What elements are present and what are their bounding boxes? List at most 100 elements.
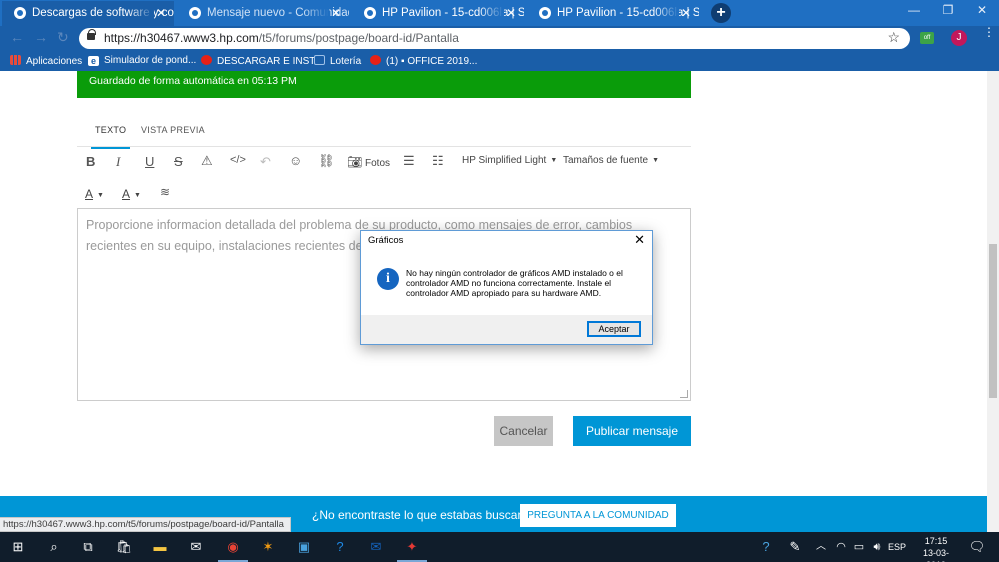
browser-tab[interactable]: Descargas de software y controla ✕ (2, 1, 174, 26)
bookmark-label: (1) ▪ OFFICE 2019... (386, 56, 478, 67)
clear-formatting-icon[interactable]: ≋ (160, 185, 170, 199)
hp-favicon-icon (14, 7, 26, 19)
clock[interactable]: 17:15 13-03-2019 (914, 535, 958, 562)
browser-tabstrip: Descargas de software y controla ✕ Mensa… (0, 0, 999, 26)
tab-texto[interactable]: TEXTO (90, 125, 131, 149)
bookmark-item[interactable]: (1) ▪ OFFICE 2019... (370, 55, 477, 67)
reload-icon[interactable]: ↻ (57, 29, 69, 46)
close-tab-icon[interactable]: ✕ (156, 1, 166, 25)
show-hidden-icons-icon[interactable]: ︿ (812, 538, 830, 556)
link-icon[interactable]: ⛓ (318, 153, 335, 169)
italic-button[interactable]: I (116, 154, 120, 170)
help-tray-icon[interactable]: ? (757, 538, 775, 556)
task-view-icon[interactable]: ⧉ (79, 538, 97, 556)
monitor-app-icon[interactable]: ▣ (295, 538, 313, 556)
code-icon[interactable]: </> (230, 154, 246, 166)
text-color-icon: A (85, 187, 94, 201)
notifications-icon[interactable]: 🗨︎ (968, 538, 986, 556)
tab-vista-previa[interactable]: VISTA PREVIA (141, 125, 205, 135)
numbered-list-icon[interactable]: ☰ (403, 153, 415, 169)
url-host: https://h30467.www3.hp.com (104, 31, 259, 45)
youtube-icon (201, 55, 212, 65)
bullet-list-icon[interactable]: ☷ (432, 153, 444, 169)
camera-icon: 📷︎ (347, 155, 363, 169)
browser-tab[interactable]: Mensaje nuevo - Comunidad de ✕ (177, 1, 349, 26)
wifi-icon[interactable]: ◠ (832, 538, 850, 556)
page-scrollbar[interactable] (987, 71, 999, 532)
ask-community-button[interactable]: PREGUNTA A LA COMUNIDAD (520, 504, 676, 527)
font-size-dropdown[interactable]: Tamaños de fuente ▼ (563, 155, 659, 166)
cancel-button[interactable]: Cancelar (494, 416, 553, 446)
tab-fade (653, 1, 679, 25)
bookmark-item[interactable]: Lotería (314, 55, 361, 67)
pen-tray-icon[interactable]: ✎ (786, 538, 804, 556)
browser-tab[interactable]: HP Pavilion - 15-cd006la | Soport ✕ (352, 1, 524, 26)
extension-icon[interactable]: off (920, 32, 934, 44)
back-icon[interactable]: ← (10, 29, 24, 45)
resize-handle[interactable] (680, 390, 688, 398)
help-icon[interactable]: ? (331, 538, 349, 556)
language-indicator[interactable]: ESP (888, 542, 906, 552)
scrollbar-thumb[interactable] (989, 244, 997, 398)
warning-icon[interactable]: ⚠ (201, 153, 213, 169)
search-icon[interactable]: ⌕ (45, 538, 63, 556)
browser-tab[interactable]: HP Pavilion - 15-cd006la | Soport ✕ (527, 1, 699, 26)
dialog-body: Gráficos ✕ i No hay ningún controlador d… (361, 231, 652, 315)
new-tab-button[interactable]: + (711, 3, 731, 23)
maximize-button[interactable]: ❐ (931, 0, 965, 22)
photos-label: Fotos (365, 158, 391, 169)
volume-icon[interactable]: 🔊︎ (868, 538, 886, 556)
highlight-color-dropdown[interactable]: A ▼ (122, 187, 141, 201)
bookmark-item[interactable]: DESCARGAR E INST... (201, 55, 323, 67)
file-explorer-icon[interactable]: ▬ (151, 538, 169, 556)
bookmark-item[interactable]: e Simulador de pond... (88, 55, 196, 66)
hp-favicon-icon (539, 7, 551, 19)
browser-toolbar: ← → ↻ https://h30467.www3.hp.com/t5/foru… (0, 26, 999, 51)
hp-favicon-icon (364, 7, 376, 19)
close-tab-icon[interactable]: ✕ (506, 1, 516, 25)
game-app-icon[interactable]: ✶ (259, 538, 277, 556)
forward-icon[interactable]: → (34, 29, 48, 45)
undo-icon[interactable]: ↶ (260, 154, 271, 170)
close-tab-icon[interactable]: ✕ (681, 1, 691, 25)
bookmark-item[interactable]: Aplicaciones (10, 55, 82, 67)
dialog-message: No hay ningún controlador de gráficos AM… (406, 268, 623, 298)
profile-avatar[interactable]: J (951, 30, 967, 46)
strikethrough-button[interactable]: S (174, 154, 183, 169)
browser-menu-icon[interactable]: ⋮ (983, 26, 995, 38)
bookmark-label: Lotería (330, 56, 362, 67)
address-bar[interactable]: https://h30467.www3.hp.com/t5/forums/pos… (79, 28, 910, 49)
publish-button[interactable]: Publicar mensaje (573, 416, 691, 446)
url-path: /t5/forums/postpage/board-id/Pantalla (258, 31, 459, 45)
ok-button[interactable]: Aceptar (587, 321, 641, 337)
store-icon[interactable]: 🛍︎ (115, 538, 133, 556)
windows-start-icon[interactable]: ⊞ (9, 538, 27, 556)
close-window-button[interactable]: ✕ (965, 0, 999, 22)
font-family-dropdown[interactable]: HP Simplified Light ▼ (462, 155, 557, 166)
dropdown-arrow-icon: ▼ (134, 192, 141, 199)
tab-fade (303, 1, 329, 25)
clock-date: 13-03-2019 (922, 548, 949, 562)
apps-grid-icon (10, 55, 21, 65)
dialog-title: Gráficos (368, 235, 404, 246)
battery-icon[interactable]: ▭ (850, 538, 868, 556)
bold-button[interactable]: B (86, 154, 95, 169)
url-text[interactable]: https://h30467.www3.hp.com/t5/forums/pos… (104, 31, 459, 45)
clock-time: 17:15 (924, 536, 948, 546)
outlook-icon[interactable]: ✉ (367, 538, 385, 556)
photos-button[interactable]: 📷︎ Fotos (347, 155, 390, 169)
chrome-icon[interactable]: ◉ (218, 538, 248, 562)
emoji-icon[interactable]: ☺ (289, 153, 302, 168)
mail-icon[interactable]: ✉ (187, 538, 205, 556)
graphics-error-dialog: Gráficos ✕ i No hay ningún controlador d… (360, 230, 653, 345)
hp-favicon-icon (189, 7, 201, 19)
amd-app-icon[interactable]: ✦ (397, 538, 427, 562)
minimize-button[interactable]: — (897, 0, 931, 22)
close-tab-icon[interactable]: ✕ (331, 1, 341, 25)
dialog-close-icon[interactable]: ✕ (634, 232, 645, 248)
underline-button[interactable]: U (145, 154, 154, 169)
text-color-dropdown[interactable]: A ▼ (85, 187, 104, 201)
dropdown-arrow-icon: ▼ (550, 157, 558, 164)
lottery-icon (314, 55, 325, 65)
bookmark-star-icon[interactable]: ☆ (887, 29, 900, 46)
